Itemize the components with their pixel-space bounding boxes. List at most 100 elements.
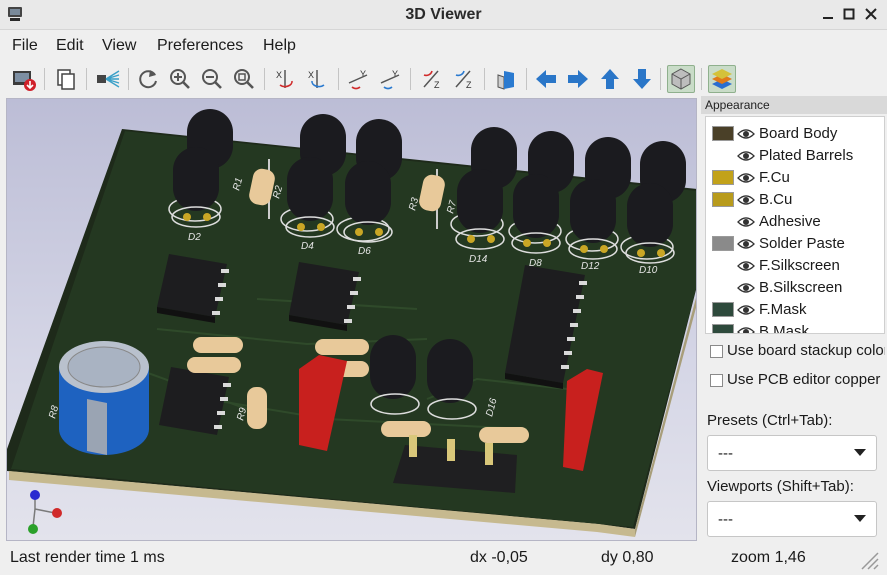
minimize-button[interactable] (818, 5, 838, 25)
pan-up-button[interactable] (596, 65, 624, 93)
reload-icon (139, 70, 157, 89)
pan-left-icon (536, 70, 556, 88)
layer-row-b-cu[interactable]: B.Cu (706, 189, 884, 211)
zoom-fit-button[interactable] (230, 65, 258, 93)
visibility-eye-icon[interactable] (737, 279, 755, 297)
layer-name: F.Silkscreen (759, 257, 840, 274)
layers-list[interactable]: Board Body Plated Barrels F.Cu B.Cu Adhe… (705, 116, 885, 334)
viewports-dropdown[interactable]: --- (707, 501, 877, 537)
presets-dropdown[interactable]: --- (707, 435, 877, 471)
checkbox-box[interactable] (710, 345, 723, 358)
layer-row-f-silkscreen[interactable]: F.Silkscreen (706, 255, 884, 277)
rotate-x-cw-button[interactable]: X (272, 65, 300, 93)
rotate-y-ccw-button[interactable]: Y (376, 65, 404, 93)
layer-name: Plated Barrels (759, 147, 854, 164)
toolbar-separator (701, 68, 702, 90)
toolbar-separator (44, 68, 45, 90)
visibility-eye-icon[interactable] (737, 147, 755, 165)
layer-row-solder-paste[interactable]: Solder Paste (706, 233, 884, 255)
flip-board-icon (497, 71, 514, 90)
layer-name: Adhesive (759, 213, 821, 230)
visibility-eye-icon[interactable] (737, 235, 755, 253)
menu-bar: File Edit View Preferences Help (0, 31, 887, 61)
layer-row-b-mask[interactable]: B.Mask (706, 321, 884, 334)
rotate-x-ccw-button[interactable]: X (304, 65, 332, 93)
orthographic-toggle-button[interactable] (667, 65, 695, 93)
visibility-eye-icon[interactable] (737, 191, 755, 209)
menu-edit[interactable]: Edit (56, 37, 84, 55)
resize-grip-icon[interactable] (858, 549, 880, 571)
appearance-header: Appearance (701, 96, 887, 114)
dx-status: dx -0,05 (470, 549, 528, 566)
visibility-eye-icon[interactable] (737, 169, 755, 187)
use-pcb-editor-copper-colors-checkbox[interactable]: Use PCB editor copper colors (705, 369, 885, 393)
export-image-button[interactable] (10, 65, 38, 93)
appearance-panel: Appearance Board Body Plated Barrels F.C… (701, 96, 887, 541)
layer-row-plated-barrels[interactable]: Plated Barrels (706, 145, 884, 167)
visibility-eye-icon[interactable] (737, 323, 755, 334)
menu-view[interactable]: View (102, 37, 136, 55)
layer-color-swatch[interactable] (712, 170, 734, 185)
viewports-label: Viewports (Shift+Tab): (707, 478, 854, 495)
visibility-eye-icon[interactable] (737, 213, 755, 231)
layer-row-f-mask[interactable]: F.Mask (706, 299, 884, 321)
layer-color-swatch[interactable] (712, 236, 734, 251)
layer-name: B.Cu (759, 191, 793, 208)
layer-color-swatch[interactable] (712, 302, 734, 317)
chevron-down-icon (854, 515, 866, 522)
checkbox-label: Use PCB editor copper colors (727, 371, 885, 388)
visibility-eye-icon[interactable] (737, 301, 755, 319)
layer-row-board-body[interactable]: Board Body (706, 123, 884, 145)
rotate-z-cw-button[interactable]: Z (418, 65, 446, 93)
layer-color-swatch[interactable] (712, 324, 734, 333)
export-image-icon (13, 71, 36, 91)
menu-preferences[interactable]: Preferences (157, 37, 243, 55)
visibility-eye-icon[interactable] (737, 257, 755, 275)
toolbar: X X Y Y Z Z (0, 62, 887, 96)
pcb-render: R1 R2 R3 R7 R8 R9 D2 D4 D6 D14 D8 D12 D1… (7, 109, 696, 537)
pan-down-button[interactable] (628, 65, 656, 93)
pan-right-button[interactable] (564, 65, 592, 93)
rotate-y-ccw-icon: Y (380, 69, 400, 90)
visibility-eye-icon[interactable] (737, 125, 755, 143)
menu-file[interactable]: File (12, 37, 38, 55)
raytracing-icon (97, 70, 120, 88)
close-button[interactable] (861, 5, 881, 25)
flip-board-button[interactable] (492, 65, 520, 93)
zoom-in-button[interactable] (166, 65, 194, 93)
layer-row-b-silkscreen[interactable]: B.Silkscreen (706, 277, 884, 299)
maximize-icon (843, 8, 855, 20)
menu-help[interactable]: Help (263, 37, 296, 55)
toolbar-separator (410, 68, 411, 90)
layer-color-swatch[interactable] (712, 126, 734, 141)
pan-right-icon (568, 70, 588, 88)
maximize-button[interactable] (839, 5, 859, 25)
use-board-stackup-colors-checkbox[interactable]: Use board stackup colors (705, 340, 885, 364)
capacitor (59, 341, 149, 455)
layers-manager-button[interactable] (708, 65, 736, 93)
presets-label: Presets (Ctrl+Tab): (707, 412, 833, 429)
reload-button[interactable] (134, 65, 162, 93)
layer-name: B.Silkscreen (759, 279, 843, 296)
toolbar-separator (264, 68, 265, 90)
rotate-z-ccw-button[interactable]: Z (450, 65, 478, 93)
toolbar-separator (128, 68, 129, 90)
chevron-down-icon (854, 449, 866, 456)
raytracing-button[interactable] (94, 65, 122, 93)
checkbox-box[interactable] (710, 374, 723, 387)
copy-clipboard-button[interactable] (52, 65, 80, 93)
minimize-icon (823, 17, 833, 19)
layer-row-adhesive[interactable]: Adhesive (706, 211, 884, 233)
layer-row-f-cu[interactable]: F.Cu (706, 167, 884, 189)
zoom-out-icon (202, 69, 222, 89)
rotate-x-ccw-icon: X (308, 70, 325, 88)
3d-viewport[interactable]: R1 R2 R3 R7 R8 R9 D2 D4 D6 D14 D8 D12 D1… (6, 98, 697, 541)
toolbar-separator (338, 68, 339, 90)
pan-left-button[interactable] (532, 65, 560, 93)
zoom-out-button[interactable] (198, 65, 226, 93)
rotate-y-cw-button[interactable]: Y (344, 65, 372, 93)
layer-color-swatch[interactable] (712, 192, 734, 207)
layers-manager-icon (712, 69, 732, 89)
designator-label: D8 (529, 258, 542, 269)
presets-value: --- (718, 445, 733, 462)
